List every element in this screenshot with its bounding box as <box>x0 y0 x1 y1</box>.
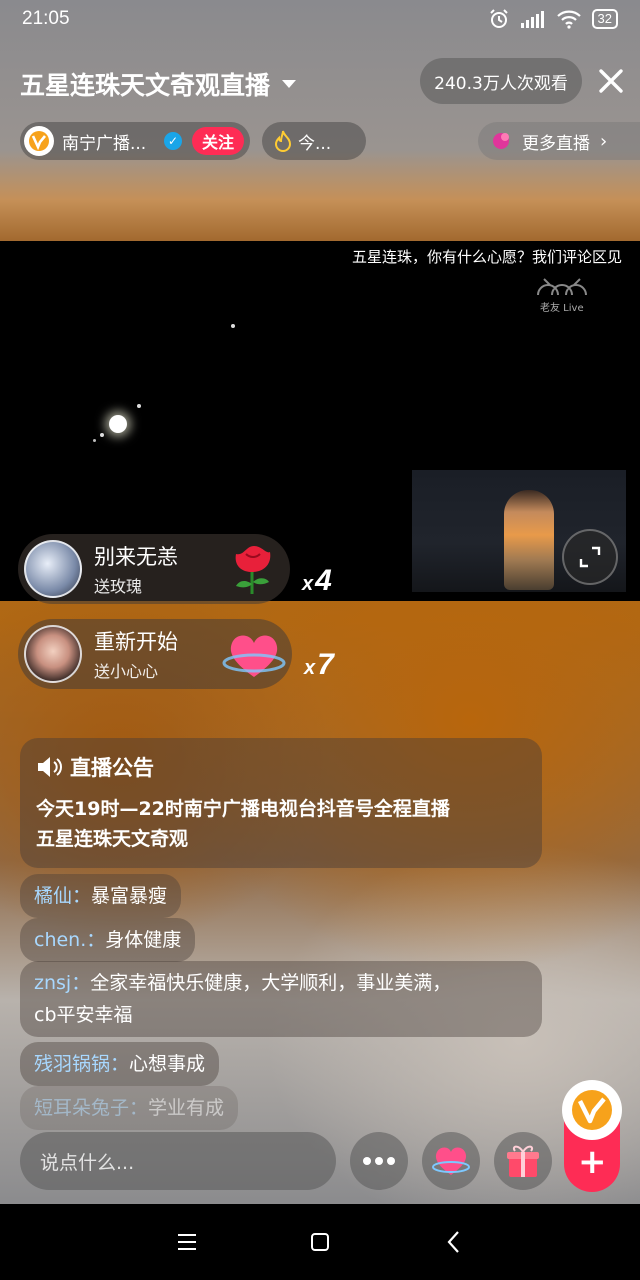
live-logo-icon: 老友 Live <box>537 278 587 314</box>
wifi-icon <box>556 10 581 29</box>
chat-message[interactable]: 短耳朵兔子：学业有成 <box>20 1086 239 1130</box>
chat-username[interactable]: 橘仙： <box>34 885 91 907</box>
chat-text: 心想事成 <box>129 1053 206 1075</box>
hot-rank-label: 今... <box>298 133 332 154</box>
gift-count-value: 4 <box>315 564 332 597</box>
anchor-avatar[interactable] <box>24 126 54 156</box>
chat-text: 学业有成 <box>148 1097 225 1119</box>
chat-text-cont: cb平安幸福 <box>34 1004 133 1026</box>
video-caption: 五星连珠，你有什么心愿？我们评论区见 <box>351 248 622 266</box>
announcement-card: 直播公告 今天19时—22时南宁广播电视台抖音号全程直播 五星连珠天文奇观 <box>20 738 542 868</box>
station-badge[interactable] <box>562 1080 622 1140</box>
live-logo-text: 老友 Live <box>540 301 584 314</box>
signal-icon <box>520 11 544 28</box>
gift-username: 重新开始 <box>94 630 178 654</box>
planet-dot <box>100 433 104 437</box>
gift-count-value: 7 <box>317 648 334 681</box>
chat-message[interactable]: 残羽锅锅：心想事成 <box>20 1042 220 1086</box>
more-live-button[interactable]: 更多直播 › <box>478 122 640 160</box>
fullscreen-button[interactable] <box>562 529 618 585</box>
pip-person <box>504 490 554 590</box>
home-icon[interactable] <box>310 1232 330 1252</box>
gift-button[interactable] <box>494 1132 552 1190</box>
planet-dot <box>231 324 235 328</box>
station-logo-icon <box>29 131 49 151</box>
station-logo-icon <box>572 1090 612 1130</box>
comment-input[interactable]: 说点什么... <box>20 1132 336 1190</box>
chevron-right-icon: › <box>600 130 608 152</box>
chat-username[interactable]: 残羽锅锅： <box>34 1053 129 1075</box>
verified-icon: ✓ <box>164 132 182 150</box>
fullscreen-icon <box>579 546 601 568</box>
gift-notice-1: 别来无恙 送玫瑰 <box>18 534 290 604</box>
gift-action: 送小心心 <box>94 662 159 681</box>
rose-gift-icon <box>235 546 271 594</box>
anchor-name: 南宁广播... <box>62 133 147 154</box>
dropdown-caret-icon <box>282 80 297 88</box>
battery-indicator: 32 <box>591 9 618 29</box>
gift-multiplier: x <box>302 573 314 595</box>
avatar[interactable] <box>24 540 82 598</box>
gift-notice-2: 重新开始 送小心心 <box>18 619 292 689</box>
flame-icon <box>274 130 292 152</box>
status-icons: 32 <box>488 8 618 30</box>
system-nav-bar <box>0 1204 640 1280</box>
alarm-icon <box>489 9 508 28</box>
plus-icon: + <box>578 1142 607 1182</box>
chat-text: 暴富暴瘦 <box>91 885 168 907</box>
hot-rank-pill[interactable]: 今... <box>262 122 366 160</box>
back-icon[interactable] <box>446 1230 460 1254</box>
viewer-count[interactable]: 240.3万人次观看 <box>420 58 582 104</box>
follow-button[interactable]: 关注 <box>192 127 244 155</box>
gift-multiplier: x <box>304 657 316 679</box>
announcement-title: 直播公告 <box>70 756 154 780</box>
chat-message[interactable]: 橘仙：暴富暴瘦 <box>20 874 182 918</box>
room-title[interactable]: 五星连珠天文奇观直播 <box>20 66 298 102</box>
heart-gift-icon <box>222 635 286 677</box>
heart-icon <box>432 1147 470 1175</box>
chat-message[interactable]: chen.：身体健康 <box>20 918 196 962</box>
heart-gift-button[interactable] <box>422 1132 480 1190</box>
more-live-label: 更多直播 <box>522 133 590 154</box>
status-bar: 21:05 32 <box>0 0 640 40</box>
chat-text: 身体健康 <box>105 929 182 951</box>
gift-box-icon <box>507 1145 539 1177</box>
announcement-line: 五星连珠天文奇观 <box>36 828 189 850</box>
close-icon[interactable] <box>594 64 628 98</box>
gift-action: 送玫瑰 <box>94 577 143 596</box>
chat-text: 全家幸福快乐健康，大学顺利，事业美满， <box>90 972 452 994</box>
more-button[interactable] <box>350 1132 408 1190</box>
speaker-icon <box>38 757 62 777</box>
planet-jupiter <box>109 415 127 433</box>
more-live-icon <box>493 133 509 149</box>
chat-username[interactable]: chen.： <box>34 929 105 951</box>
gift-count: x4 <box>302 564 332 598</box>
chat-username[interactable]: znsj： <box>34 972 90 994</box>
more-dots-icon <box>363 1157 395 1165</box>
avatar[interactable] <box>24 625 82 683</box>
room-title-text: 五星连珠天文奇观直播 <box>20 71 271 100</box>
clock: 21:05 <box>22 8 70 29</box>
anchor-info[interactable]: 南宁广播... ✓ 关注 <box>20 122 250 160</box>
chat-message[interactable]: znsj：全家幸福快乐健康，大学顺利，事业美满， cb平安幸福 <box>20 961 542 1037</box>
announcement-line: 今天19时—22时南宁广播电视台抖音号全程直播 <box>36 798 450 820</box>
gift-count: x7 <box>304 648 334 682</box>
chat-username[interactable]: 短耳朵兔子： <box>34 1097 148 1119</box>
menu-icon[interactable] <box>176 1232 198 1252</box>
planet-dot <box>137 404 141 408</box>
gift-username: 别来无恙 <box>94 545 178 569</box>
planet-dot <box>93 439 96 442</box>
